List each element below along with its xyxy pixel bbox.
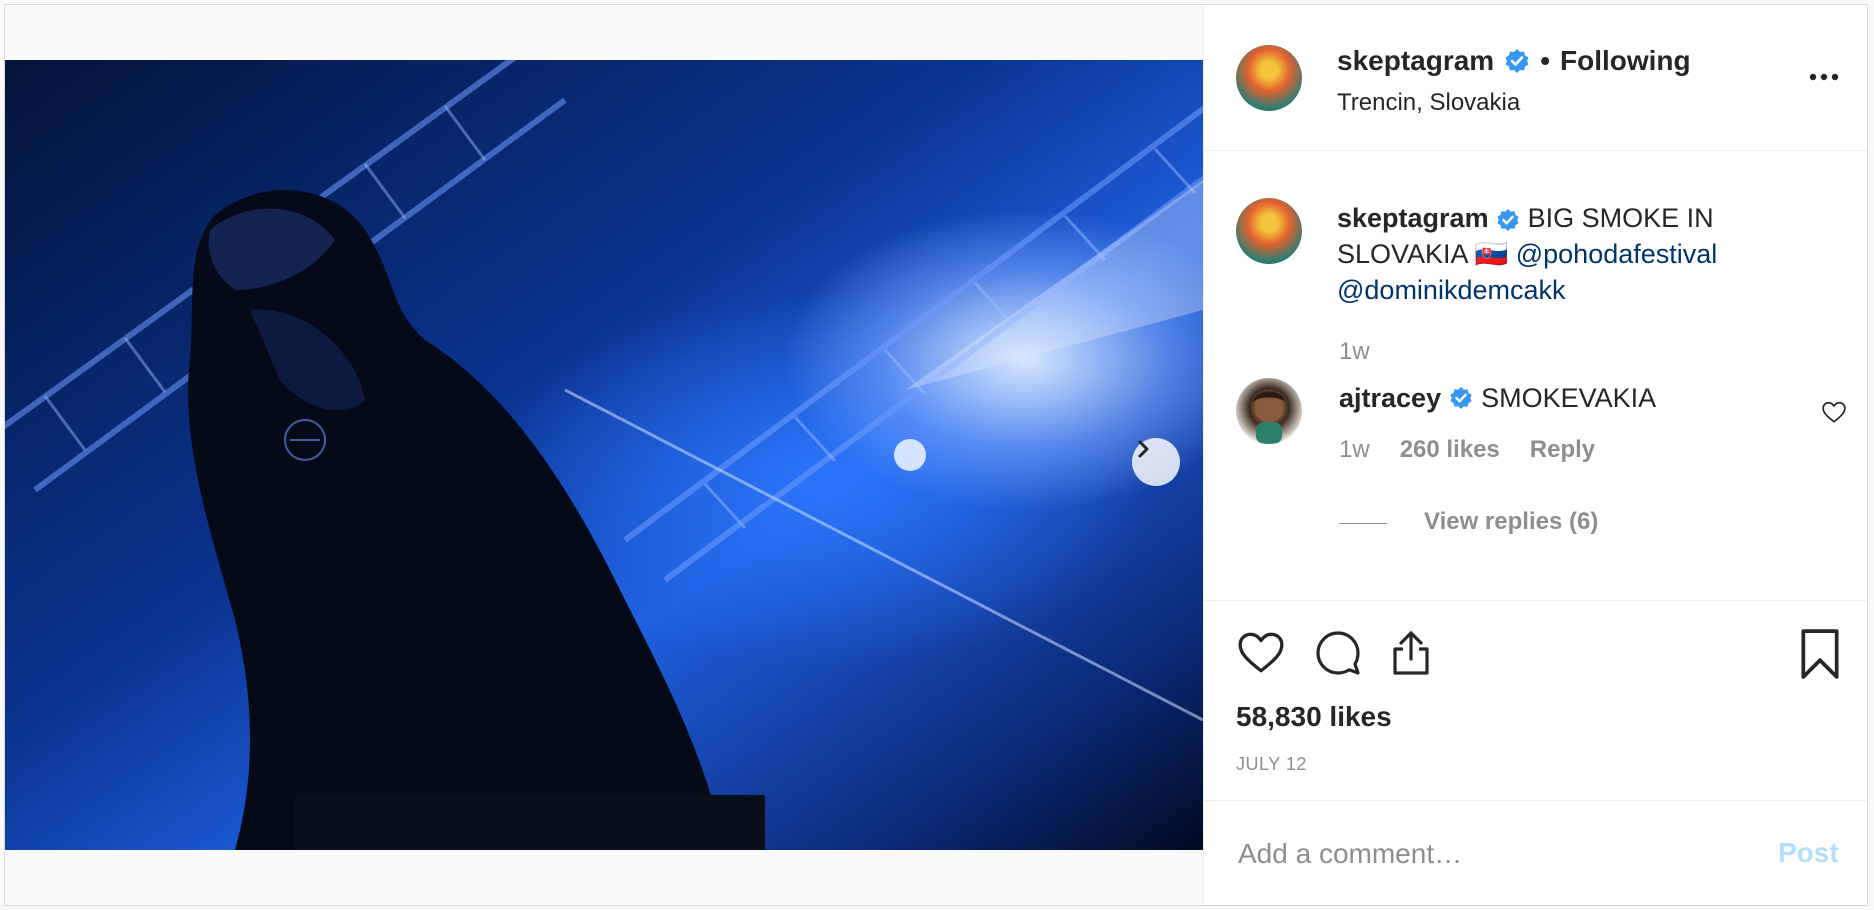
author-avatar[interactable] — [1236, 45, 1302, 111]
comments-section[interactable]: skeptagram BIG SMOKE IN SLOVAKIA 🇸🇰 @poh… — [1204, 150, 1867, 600]
post-header: skeptagram • Following Trencin, Slovakia — [1204, 5, 1867, 151]
comment-row: ajtracey SMOKEVAKIA — [1339, 380, 1656, 416]
stage-scene — [5, 60, 1203, 850]
following-button[interactable]: Following — [1560, 45, 1691, 77]
post-comment-button[interactable]: Post — [1778, 837, 1839, 869]
slovakia-flag-emoji: 🇸🇰 — [1474, 239, 1509, 269]
comment-like-icon[interactable] — [1821, 400, 1847, 424]
comment-likes-count[interactable]: 260 likes — [1400, 436, 1500, 464]
verified-badge-icon — [1497, 208, 1519, 231]
author-row: skeptagram • Following — [1337, 45, 1691, 77]
comment-meta: 1w 260 likes Reply — [1339, 436, 1595, 464]
comment-username[interactable]: ajtracey — [1339, 380, 1441, 416]
commenter-face-illustration — [1253, 391, 1285, 444]
caption-username[interactable]: skeptagram — [1337, 203, 1489, 233]
commenter-avatar[interactable] — [1236, 378, 1302, 444]
view-replies-button[interactable]: View replies (6) — [1424, 508, 1598, 536]
post-actions: 58,830 likes JULY 12 — [1204, 600, 1867, 801]
comment-text: SMOKEVAKIA — [1481, 383, 1657, 413]
chevron-right-icon — [1138, 440, 1149, 458]
caption-author-avatar[interactable] — [1236, 198, 1302, 264]
share-icon[interactable] — [1387, 629, 1435, 677]
post-likes-count[interactable]: 58,830 likes — [1236, 701, 1392, 733]
verified-badge-icon — [1450, 386, 1472, 410]
post-details-panel: skeptagram • Following Trencin, Slovakia… — [1203, 5, 1867, 905]
instagram-post: skeptagram • Following Trencin, Slovakia… — [4, 4, 1868, 906]
carousel-next-button[interactable] — [1132, 438, 1180, 486]
next-comment-cutoff — [1339, 590, 1759, 600]
add-comment-input[interactable] — [1236, 831, 1720, 877]
comment-time[interactable]: 1w — [1339, 436, 1370, 464]
like-icon[interactable] — [1236, 629, 1286, 675]
more-options-icon[interactable] — [1804, 65, 1844, 89]
post-location[interactable]: Trencin, Slovakia — [1337, 89, 1520, 117]
follow-separator: • — [1540, 45, 1550, 76]
mention-pohodafestival[interactable]: @pohodafestival — [1516, 239, 1718, 269]
add-comment-bar: Post — [1204, 800, 1867, 905]
caption: skeptagram BIG SMOKE IN SLOVAKIA 🇸🇰 @poh… — [1337, 200, 1797, 308]
mention-dominikdemcakk[interactable]: @dominikdemcakk — [1337, 275, 1566, 305]
verified-badge-icon — [1505, 49, 1529, 73]
replies-divider-line — [1339, 523, 1387, 524]
author-username[interactable]: skeptagram — [1337, 45, 1494, 77]
post-photo[interactable] — [5, 60, 1203, 850]
reply-button[interactable]: Reply — [1530, 436, 1595, 464]
caption-time[interactable]: 1w — [1339, 338, 1370, 366]
post-date[interactable]: JULY 12 — [1236, 754, 1307, 775]
save-bookmark-icon[interactable] — [1798, 629, 1842, 679]
comment-icon[interactable] — [1314, 629, 1362, 677]
post-media — [5, 5, 1203, 905]
